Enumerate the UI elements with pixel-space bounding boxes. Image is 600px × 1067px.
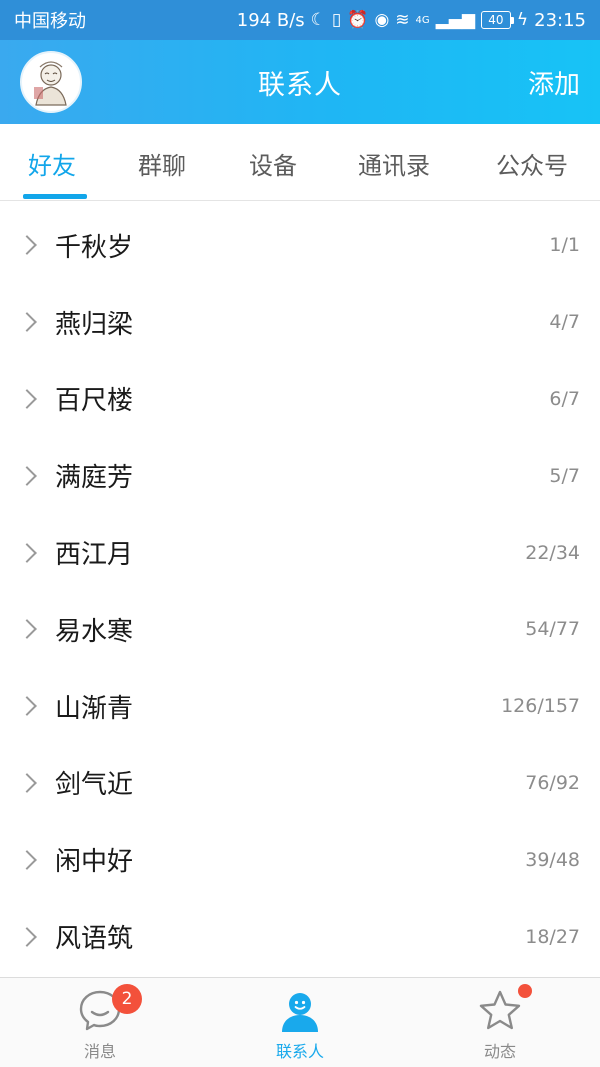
group-name: 燕归梁 bbox=[55, 309, 134, 340]
chevron-right-icon bbox=[17, 926, 37, 947]
friend-group-list: 千秋岁 1/1 燕归梁 4/7 百尺楼 6/7 满庭芳 5/7 西江月 22/3… bbox=[0, 207, 600, 975]
group-online-count: 54/77 bbox=[525, 618, 580, 641]
chevron-right-icon bbox=[17, 235, 37, 256]
new-activity-dot bbox=[518, 984, 532, 998]
avatar[interactable] bbox=[20, 51, 82, 113]
eye-icon: ◉ bbox=[374, 9, 390, 30]
tab-official-accounts[interactable]: 公众号 bbox=[496, 146, 568, 181]
tab-friends[interactable]: 好友 bbox=[28, 146, 76, 181]
group-online-count: 76/92 bbox=[525, 771, 580, 794]
nav-contacts[interactable]: 联系人 bbox=[200, 978, 400, 1067]
group-online-count: 39/48 bbox=[525, 848, 580, 871]
charging-icon: ϟ bbox=[516, 9, 529, 30]
friend-group-row[interactable]: 千秋岁 1/1 bbox=[0, 207, 600, 284]
chevron-right-icon bbox=[17, 465, 37, 486]
chevron-right-icon bbox=[17, 849, 37, 870]
moon-icon: ☾ bbox=[310, 9, 326, 30]
group-online-count: 1/1 bbox=[549, 234, 580, 257]
chevron-right-icon bbox=[17, 773, 37, 793]
group-online-count: 22/34 bbox=[525, 541, 580, 564]
group-online-count: 4/7 bbox=[549, 311, 580, 334]
friend-group-row[interactable]: 山渐青 126/157 bbox=[0, 668, 600, 745]
network-speed: 194 B/s bbox=[236, 9, 305, 31]
nav-messages[interactable]: 2 消息 bbox=[0, 978, 200, 1067]
active-tab-indicator bbox=[23, 194, 87, 199]
battery-level: 40 bbox=[488, 13, 504, 27]
chevron-right-icon bbox=[17, 619, 37, 640]
group-name: 满庭芳 bbox=[55, 463, 134, 494]
group-name: 风语筑 bbox=[55, 924, 134, 955]
group-name: 西江月 bbox=[55, 540, 134, 571]
friend-group-row[interactable]: 风语筑 18/27 bbox=[0, 898, 600, 975]
chevron-right-icon bbox=[17, 312, 37, 333]
page-title: 联系人 bbox=[258, 69, 342, 101]
nav-label: 联系人 bbox=[275, 1042, 324, 1061]
network-type: 4G bbox=[415, 14, 430, 26]
friend-group-row[interactable]: 满庭芳 5/7 bbox=[0, 437, 600, 514]
carrier-name: 中国移动 bbox=[14, 11, 86, 32]
group-name: 易水寒 bbox=[55, 616, 134, 647]
group-name: 闲中好 bbox=[55, 847, 134, 878]
group-name: 山渐青 bbox=[55, 693, 134, 724]
title-bar: 联系人 添加 bbox=[0, 40, 600, 124]
unread-badge: 2 bbox=[112, 984, 142, 1014]
group-online-count: 6/7 bbox=[549, 387, 580, 410]
group-online-count: 18/27 bbox=[525, 925, 580, 948]
nav-label: 消息 bbox=[83, 1042, 116, 1061]
wifi-icon: ≋ bbox=[395, 9, 410, 30]
friend-group-row[interactable]: 燕归梁 4/7 bbox=[0, 284, 600, 361]
nav-moments[interactable]: 动态 bbox=[400, 978, 600, 1067]
chevron-right-icon bbox=[17, 389, 37, 409]
friend-group-row[interactable]: 百尺楼 6/7 bbox=[0, 361, 600, 438]
nav-label: 动态 bbox=[483, 1042, 516, 1061]
friend-group-row[interactable]: 易水寒 54/77 bbox=[0, 591, 600, 668]
tab-group-chats[interactable]: 群聊 bbox=[138, 146, 186, 181]
battery-icon: 40 bbox=[480, 11, 514, 29]
chevron-right-icon bbox=[17, 542, 37, 563]
avatar-image bbox=[34, 61, 67, 106]
status-indicators: 194 B/s ☾ ▯ ⏰ ◉ ≋ 4G ▂▄▆ 40 ϟ 23:15 bbox=[237, 10, 586, 31]
group-online-count: 126/157 bbox=[501, 695, 580, 718]
group-name: 剑气近 bbox=[55, 770, 134, 801]
friend-group-row[interactable]: 闲中好 39/48 bbox=[0, 821, 600, 898]
tab-devices[interactable]: 设备 bbox=[249, 146, 297, 181]
friend-group-row[interactable]: 剑气近 76/92 bbox=[0, 745, 600, 822]
tab-address-book[interactable]: 通讯录 bbox=[358, 146, 430, 181]
bottom-navigation: 2 消息 联系人 动态 bbox=[0, 977, 600, 1067]
contact-person-icon bbox=[282, 993, 318, 1032]
add-button[interactable]: 添加 bbox=[528, 64, 580, 101]
friend-group-row[interactable]: 西江月 22/34 bbox=[0, 514, 600, 591]
chevron-right-icon bbox=[17, 696, 37, 717]
group-name: 千秋岁 bbox=[55, 232, 134, 263]
group-online-count: 5/7 bbox=[549, 464, 580, 487]
star-icon bbox=[479, 990, 521, 1030]
tab-bar: 好友 群聊 设备 通讯录 公众号 bbox=[0, 124, 600, 201]
vibrate-icon: ▯ bbox=[331, 9, 342, 30]
clock: 23:15 bbox=[534, 9, 586, 31]
group-name: 百尺楼 bbox=[55, 386, 134, 417]
status-bar: 中国移动 194 B/s ☾ ▯ ⏰ ◉ ≋ 4G ▂▄▆ 40 ϟ 23:15 bbox=[0, 0, 600, 40]
alarm-icon: ⏰ bbox=[347, 9, 369, 30]
signal-icon: ▂▄▆ bbox=[435, 9, 475, 30]
